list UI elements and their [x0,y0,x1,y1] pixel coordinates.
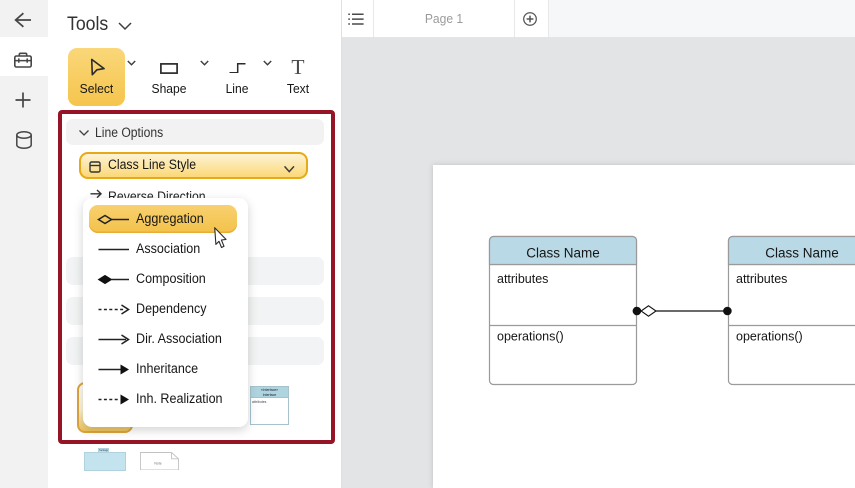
svg-text:operations(): operations() [497,330,564,344]
svg-text:attributes: attributes [497,272,548,286]
svg-text:Note: Note [154,461,162,465]
svg-text:attributes: attributes [736,272,787,286]
svg-text:Class Name: Class Name [526,246,600,261]
svg-text:Class Name: Class Name [765,246,839,261]
svg-text:operations(): operations() [736,330,803,344]
